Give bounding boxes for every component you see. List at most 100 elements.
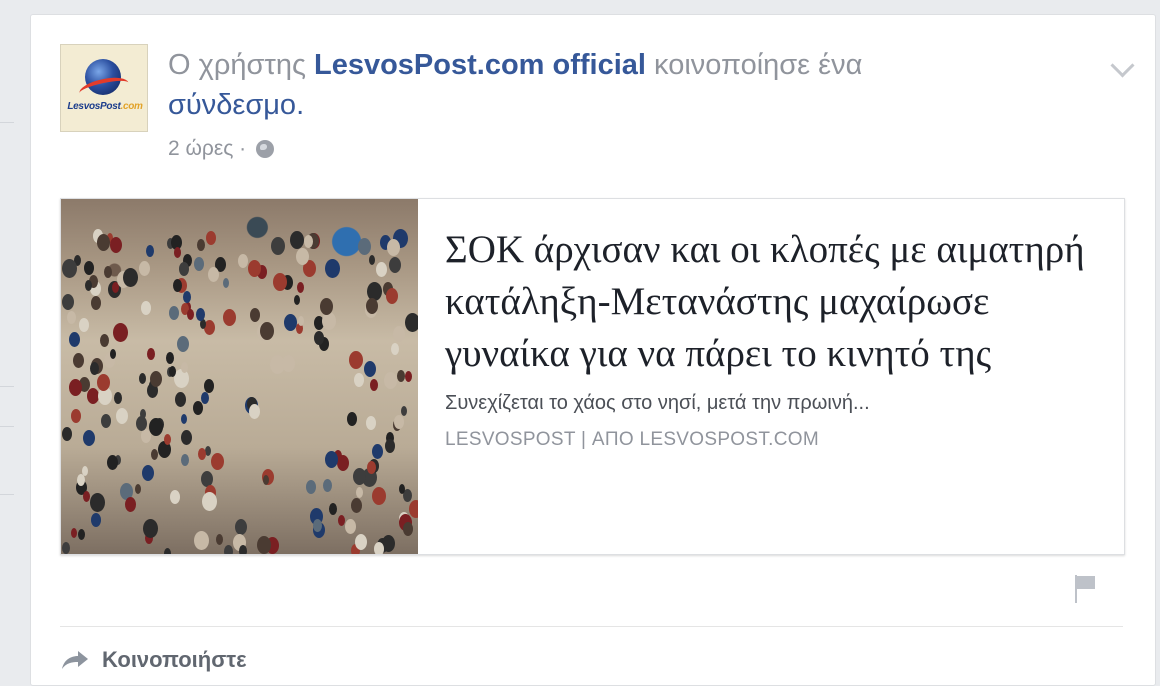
- actions-divider: [60, 626, 1123, 627]
- photo-texture-dot: [306, 480, 316, 494]
- photo-texture-dot: [298, 316, 304, 326]
- post-prefix: Ο χρήστης: [168, 49, 314, 81]
- author-link[interactable]: LesvosPost.com official: [314, 49, 646, 81]
- left-sidebar-edge: [0, 0, 22, 670]
- globe-icon[interactable]: [256, 140, 275, 158]
- photo-texture-dot: [304, 235, 313, 248]
- preview-headline[interactable]: ΣΟΚ άρχισαν και οι κλοπές με αιματηρή κα…: [445, 224, 1105, 380]
- photo-texture-dot: [142, 465, 154, 481]
- photo-texture-dot: [403, 522, 413, 536]
- preview-source: LESVOSPOST | ΑΠΟ LESVOSPOST.COM: [445, 429, 1105, 451]
- photo-texture-dot: [249, 404, 260, 419]
- photo-texture-dot: [409, 500, 418, 518]
- post-timestamp-row: 2 ώρες ·: [168, 137, 275, 161]
- photo-texture-dot: [73, 353, 84, 368]
- photo-texture-dot: [385, 439, 395, 453]
- photo-texture-dot: [313, 519, 322, 532]
- photo-texture-dot: [329, 503, 337, 515]
- photo-texture-dot: [174, 247, 181, 258]
- flag-icon[interactable]: [1073, 575, 1097, 603]
- photo-texture-dot: [67, 311, 76, 324]
- photo-texture-dot: [77, 474, 85, 486]
- photo-texture-dot: [101, 414, 111, 428]
- photo-texture-dot: [391, 343, 399, 355]
- photo-texture-dot: [198, 448, 206, 460]
- photo-texture-dot: [224, 545, 233, 554]
- photo-texture-dot: [139, 373, 146, 384]
- photo-texture-dot: [169, 306, 179, 320]
- photo-texture-dot: [338, 515, 345, 526]
- photo-texture-dot: [345, 519, 356, 534]
- photo-texture-dot: [369, 255, 375, 265]
- photo-texture-dot: [194, 257, 204, 271]
- photo-texture-dot: [211, 453, 224, 470]
- photo-texture-dot: [296, 248, 309, 265]
- post-header: Ο χρήστης LesvosPost.com official κοινοπ…: [168, 45, 968, 125]
- shared-link-label[interactable]: σύνδεσμο.: [168, 89, 304, 121]
- photo-texture-dot: [196, 308, 205, 321]
- flag-cloth: [1077, 576, 1095, 589]
- photo-texture-dot: [147, 348, 155, 360]
- photo-texture-dot: [62, 259, 77, 278]
- photo-texture-dot: [367, 461, 376, 474]
- page-avatar[interactable]: LesvosPost.com: [60, 44, 148, 132]
- photo-texture-dot: [181, 430, 192, 445]
- photo-texture-dot: [197, 239, 205, 251]
- photo-texture-dot: [110, 349, 116, 359]
- photo-texture-dot: [372, 444, 383, 459]
- time-separator: ·: [233, 137, 253, 160]
- photo-texture-dot: [83, 491, 90, 502]
- link-preview[interactable]: ΣΟΚ άρχισαν και οι κλοπές με αιματηρή κα…: [60, 198, 1125, 555]
- photo-texture-dot: [84, 261, 94, 275]
- photo-texture-dot: [353, 468, 366, 485]
- photo-texture-dot: [282, 355, 295, 372]
- photo-texture-dot: [97, 234, 110, 251]
- photo-texture-dot: [314, 331, 324, 345]
- photo-texture-dot: [260, 322, 274, 340]
- photo-texture-dot: [151, 449, 158, 460]
- photo-texture-dot: [386, 288, 398, 304]
- photo-texture-dot: [123, 268, 138, 287]
- photo-texture-dot: [358, 238, 371, 255]
- post-time[interactable]: 2 ώρες: [168, 137, 233, 160]
- photo-texture-dot: [193, 401, 203, 415]
- photo-texture-dot: [397, 370, 405, 382]
- photo-texture-dot: [257, 536, 271, 554]
- photo-texture-dot: [389, 257, 401, 273]
- photo-texture-dot: [364, 361, 376, 377]
- photo-texture-dot: [90, 362, 99, 375]
- photo-texture-dot: [325, 259, 340, 278]
- photo-texture-dot: [143, 519, 158, 538]
- photo-texture-dot: [294, 295, 300, 305]
- photo-texture-dot: [100, 334, 109, 347]
- photo-texture-dot: [355, 534, 367, 550]
- photo-texture-dot: [206, 231, 216, 245]
- photo-texture-dot: [401, 406, 407, 416]
- photo-texture-dot: [201, 392, 209, 404]
- photo-texture-dot: [177, 336, 189, 352]
- share-arrow-icon: [60, 649, 90, 671]
- preview-text: ΣΟΚ άρχισαν και οι κλοπές με αιματηρή κα…: [445, 224, 1105, 451]
- preview-image[interactable]: [61, 199, 418, 554]
- share-button[interactable]: Κοινοποιήστε: [60, 647, 247, 673]
- photo-texture-dot: [181, 414, 187, 424]
- photo-texture-dot: [62, 427, 72, 441]
- photo-texture-dot: [107, 455, 118, 470]
- source-name: LESVOSPOST: [445, 429, 576, 450]
- sidebar-divider: [0, 494, 14, 495]
- avatar-logo-tld: .com: [120, 101, 143, 112]
- photo-texture-dot: [323, 479, 332, 492]
- photo-texture-dot: [325, 451, 338, 468]
- sidebar-divider: [0, 122, 14, 123]
- avatar-logo-name: LesvosPost: [67, 101, 121, 112]
- photo-texture-dot: [110, 237, 122, 253]
- photo-texture-dot: [204, 379, 214, 393]
- sidebar-divider: [0, 426, 14, 427]
- photo-texture-dot: [347, 412, 357, 426]
- photo-texture-dot: [290, 231, 304, 249]
- photo-texture-dot: [349, 351, 363, 369]
- photo-texture-dot: [202, 492, 217, 511]
- chevron-down-icon[interactable]: [1110, 53, 1135, 78]
- photo-texture-dot: [248, 260, 261, 277]
- photo-texture-dot: [78, 529, 85, 540]
